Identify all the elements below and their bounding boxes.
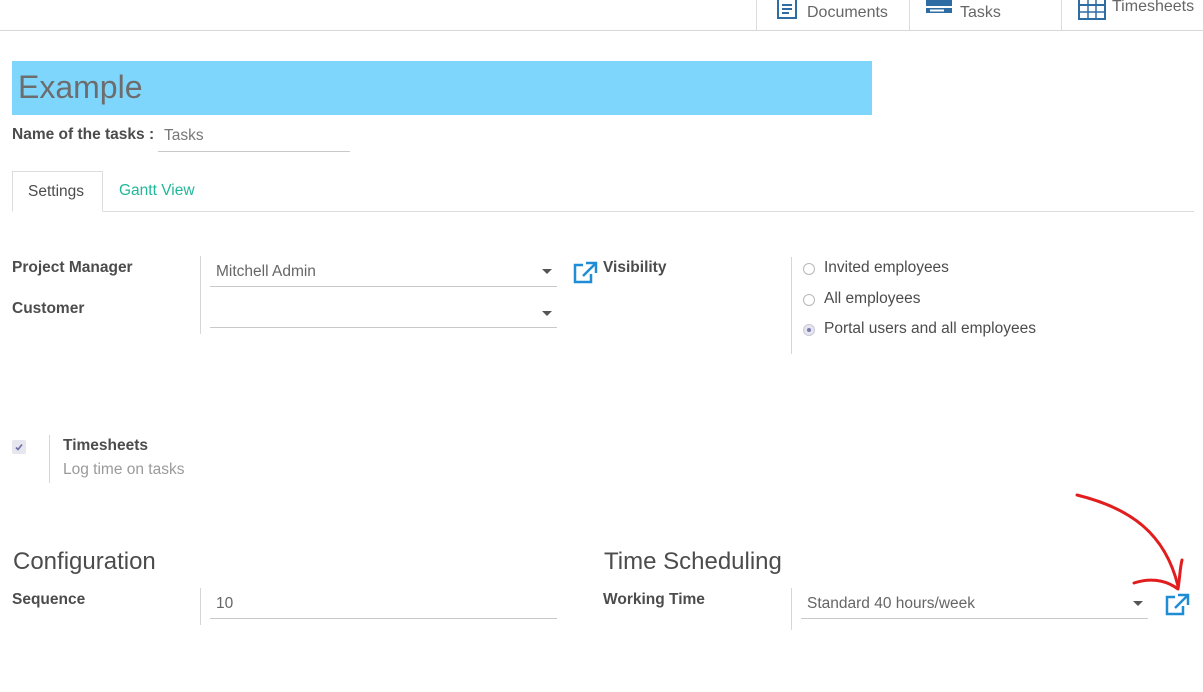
chevron-down-icon[interactable] xyxy=(542,269,552,274)
timesheets-button[interactable]: Timesheets xyxy=(1061,0,1203,30)
tab-settings[interactable]: Settings xyxy=(12,171,103,212)
tasks-button[interactable]: Tasks xyxy=(909,0,1062,30)
timesheets-label: Timesheets xyxy=(1112,0,1195,15)
visibility-option-all[interactable]: All employees xyxy=(824,290,921,308)
document-icon xyxy=(775,0,801,24)
documents-label: Documents xyxy=(807,4,888,21)
visibility-radio-invited[interactable] xyxy=(803,263,815,275)
task-name-label: Name of the tasks : xyxy=(12,126,155,143)
tab-gantt-view[interactable]: Gantt View xyxy=(104,171,214,211)
chevron-down-icon[interactable] xyxy=(542,311,552,316)
working-time-label: Working Time xyxy=(603,591,705,608)
tabs-divider xyxy=(12,211,1194,212)
timesheets-checkbox[interactable] xyxy=(12,440,26,454)
project-manager-select[interactable]: Mitchell Admin xyxy=(210,256,557,287)
project-title-field[interactable]: Example xyxy=(12,61,872,115)
timesheets-setting-label: Timesheets xyxy=(63,437,149,454)
visibility-option-portal[interactable]: Portal users and all employees xyxy=(824,320,1036,338)
label-separator xyxy=(791,257,792,354)
working-time-value: Standard 40 hours/week xyxy=(807,595,976,612)
tab-settings-label: Settings xyxy=(28,183,85,200)
visibility-label: Visibility xyxy=(603,259,667,276)
customer-label: Customer xyxy=(12,300,85,317)
visibility-radio-portal[interactable] xyxy=(803,324,815,336)
project-manager-label: Project Manager xyxy=(12,259,133,276)
sequence-label: Sequence xyxy=(12,591,86,608)
sequence-input[interactable]: 10 xyxy=(210,588,557,619)
calendar-grid-icon xyxy=(1078,0,1106,26)
customer-select[interactable] xyxy=(210,297,557,328)
task-name-value: Tasks xyxy=(164,127,204,144)
label-separator xyxy=(791,588,792,630)
timesheets-setting-description: Log time on tasks xyxy=(63,461,185,478)
visibility-radio-all[interactable] xyxy=(803,294,815,306)
setting-separator xyxy=(49,435,50,483)
label-separator xyxy=(200,256,201,334)
configuration-heading: Configuration xyxy=(13,548,156,575)
time-scheduling-heading: Time Scheduling xyxy=(604,548,782,575)
project-title: Example xyxy=(18,69,143,105)
tasks-label: Tasks xyxy=(960,4,1001,21)
checkmark-icon xyxy=(15,444,23,451)
chevron-down-icon[interactable] xyxy=(1133,601,1143,606)
tab-gantt-view-label: Gantt View xyxy=(119,182,195,199)
visibility-option-invited[interactable]: Invited employees xyxy=(824,259,949,277)
project-manager-value: Mitchell Admin xyxy=(216,263,316,280)
tasks-icon xyxy=(926,0,954,24)
task-name-input[interactable]: Tasks xyxy=(158,120,350,152)
sequence-value: 10 xyxy=(216,595,234,612)
documents-button[interactable]: Documents xyxy=(756,0,909,30)
annotation-arrow-icon xyxy=(1075,493,1184,591)
external-link-icon[interactable] xyxy=(572,261,598,289)
label-separator xyxy=(200,588,201,625)
